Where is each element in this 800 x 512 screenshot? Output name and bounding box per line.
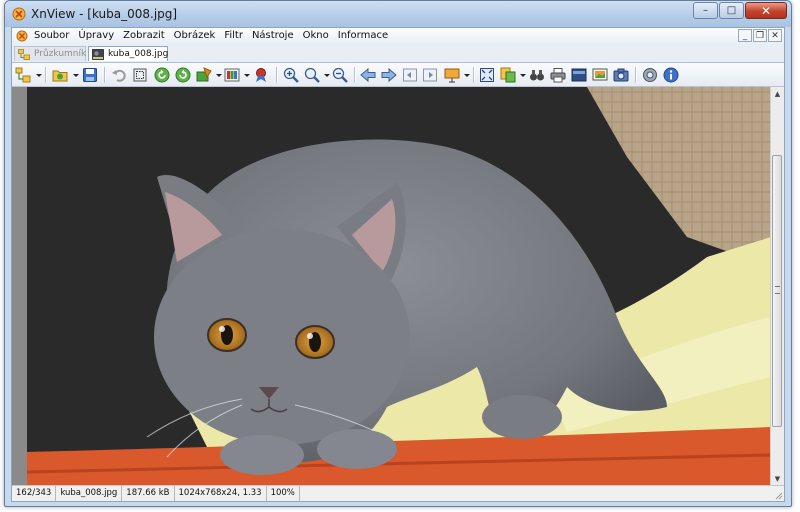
copy-icon[interactable]: [500, 67, 516, 83]
settings-icon[interactable]: [642, 67, 658, 83]
toolbar-separator: [354, 67, 356, 83]
toolbar-separator: [45, 67, 47, 83]
menu-zobrazit[interactable]: Zobrazit: [123, 30, 165, 41]
explorer-icon: [18, 48, 30, 60]
main-area: Soubor Úpravy Zobrazit Obrázek Filtr Nás…: [11, 27, 785, 502]
toolbar-separator: [635, 67, 637, 83]
next-icon[interactable]: [381, 67, 397, 83]
rotate-right-icon[interactable]: [175, 67, 191, 83]
document-system-menu-icon[interactable]: [16, 30, 28, 42]
status-image-index: 162/343: [12, 486, 57, 501]
toolbar-separator: [104, 67, 106, 83]
zoom-dropdown-arrow[interactable]: [324, 74, 330, 77]
menu-okno[interactable]: Okno: [303, 30, 329, 41]
menu-bar: Soubor Úpravy Zobrazit Obrázek Filtr Nás…: [12, 28, 784, 46]
copy-dropdown-arrow[interactable]: [520, 74, 526, 77]
last-icon[interactable]: [422, 67, 438, 83]
image-viewer[interactable]: ▲ ▼: [12, 87, 784, 487]
document-window-controls: _ ❐ ✕: [737, 29, 782, 42]
fullscreen-icon[interactable]: [571, 67, 587, 83]
zoom-icon[interactable]: [304, 67, 320, 83]
previous-icon[interactable]: [360, 67, 376, 83]
tab-kuba-008[interactable]: kuba_008.jpg: [88, 46, 168, 61]
maximize-button[interactable]: □: [719, 2, 744, 19]
scroll-up-arrow-icon[interactable]: ▲: [771, 87, 784, 100]
menu-obrazek[interactable]: Obrázek: [174, 30, 216, 41]
camera-icon[interactable]: [613, 67, 629, 83]
filter-icon[interactable]: [253, 67, 269, 83]
browser-dropdown-arrow[interactable]: [36, 74, 42, 77]
menu-soubor[interactable]: Soubor: [34, 30, 69, 41]
gray-kitten-photo: [27, 87, 771, 487]
info-icon[interactable]: [663, 67, 679, 83]
menu-filtr[interactable]: Filtr: [224, 30, 243, 41]
slideshow-dropdown-arrow[interactable]: [464, 74, 470, 77]
image-thumbnail-icon: [92, 48, 104, 60]
status-bar: 162/343 kuba_008.jpg 187.66 kB 1024x768x…: [12, 485, 784, 501]
status-dimensions: 1024x768x24, 1.33: [175, 486, 267, 501]
title-bar[interactable]: XnView - [kuba_008.jpg] – □ ✕: [5, 1, 791, 27]
find-icon[interactable]: [529, 67, 545, 83]
status-file-size: 187.66 kB: [122, 486, 175, 501]
undo-icon[interactable]: [111, 67, 127, 83]
scrollbar-thumb[interactable]: [772, 155, 782, 427]
window-title: XnView - [kuba_008.jpg]: [31, 7, 178, 21]
window-controls: – □ ✕: [692, 2, 787, 19]
menu-informace[interactable]: Informace: [338, 30, 388, 41]
tab-kuba-008-label: kuba_008.jpg: [108, 49, 169, 59]
first-icon[interactable]: [402, 67, 418, 83]
toolbar-separator: [276, 67, 278, 83]
xnview-app-icon[interactable]: [12, 7, 26, 21]
print-icon[interactable]: [550, 67, 566, 83]
tab-bar: Průzkumník kuba_008.jpg: [12, 45, 784, 63]
scrollbar-grip-icon: [775, 286, 780, 294]
browser-tree-icon[interactable]: [15, 67, 31, 83]
fit-screen-icon[interactable]: [479, 67, 495, 83]
slideshow-icon[interactable]: [444, 67, 460, 83]
vertical-scrollbar[interactable]: ▲ ▼: [770, 87, 784, 485]
menu-upravy[interactable]: Úpravy: [78, 30, 114, 41]
app-window: XnView - [kuba_008.jpg] – □ ✕ Soubor Úpr…: [4, 0, 792, 507]
toolbar: [12, 63, 784, 87]
open-dropdown-arrow[interactable]: [73, 74, 79, 77]
zoom-out-icon[interactable]: [332, 67, 348, 83]
document-minimize-button[interactable]: _: [738, 29, 752, 42]
rotate-left-icon[interactable]: [154, 67, 170, 83]
save-icon[interactable]: [82, 67, 98, 83]
tab-explorer[interactable]: Průzkumník: [14, 46, 86, 61]
scroll-down-arrow-icon[interactable]: ▼: [771, 472, 784, 485]
minimize-button[interactable]: –: [693, 2, 718, 19]
zoom-in-icon[interactable]: [283, 67, 299, 83]
document-restore-button[interactable]: ❐: [753, 29, 767, 42]
close-button[interactable]: ✕: [745, 2, 787, 19]
open-folder-icon[interactable]: [52, 67, 68, 83]
capture-icon[interactable]: [592, 67, 608, 83]
color-icon[interactable]: [224, 67, 240, 83]
toolbar-separator: [473, 67, 475, 83]
adjust-dropdown-arrow[interactable]: [216, 74, 222, 77]
crop-icon[interactable]: [132, 67, 148, 83]
status-zoom: 100%: [267, 486, 300, 501]
color-dropdown-arrow[interactable]: [244, 74, 250, 77]
menu-items: Soubor Úpravy Zobrazit Obrázek Filtr Nás…: [34, 30, 397, 41]
status-filename: kuba_008.jpg: [56, 486, 123, 501]
menu-nastroje[interactable]: Nástroje: [252, 30, 294, 41]
image-adjust-icon[interactable]: [196, 67, 212, 83]
document-close-button[interactable]: ✕: [768, 29, 782, 42]
tab-explorer-label: Průzkumník: [34, 49, 87, 59]
resize-grip-icon[interactable]: [773, 490, 783, 500]
